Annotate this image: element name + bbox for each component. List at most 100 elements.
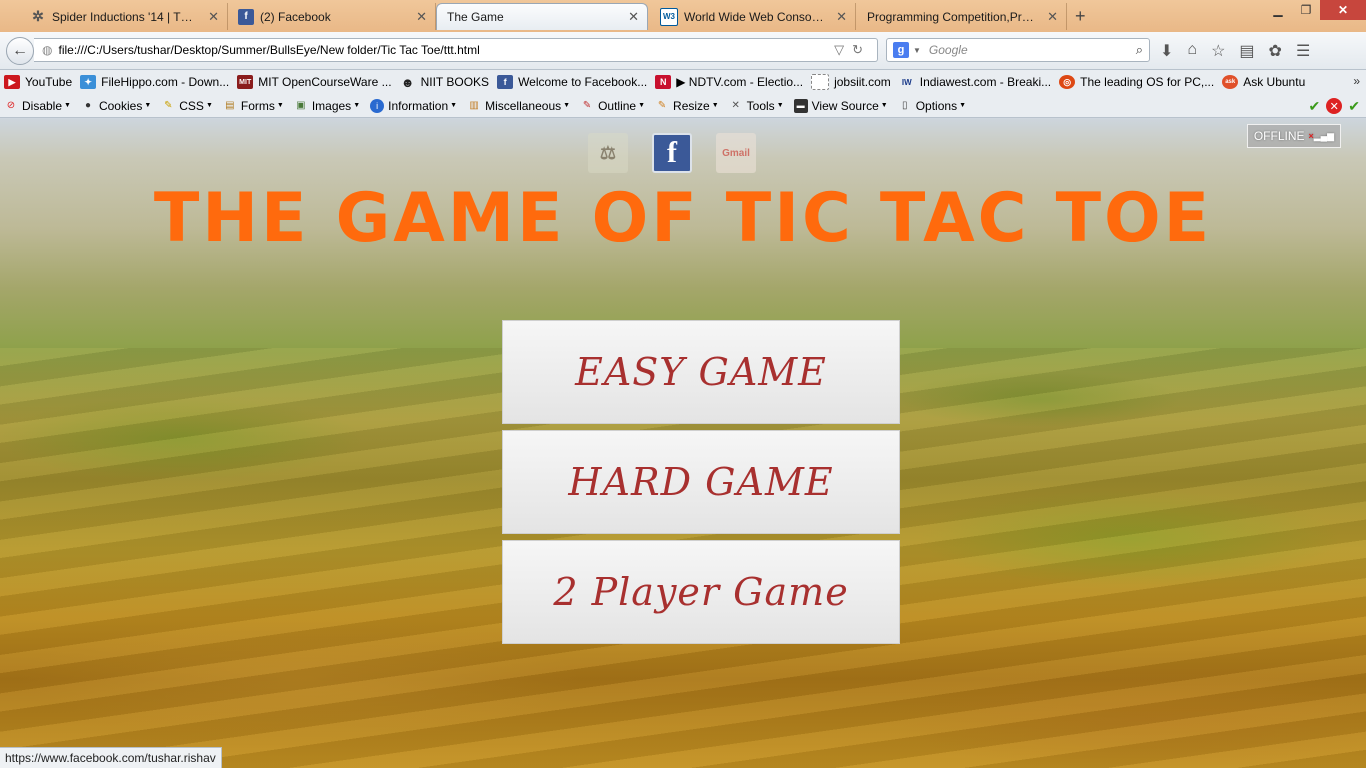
dev-menu-label: Tools	[746, 98, 775, 113]
search-input[interactable]: Google	[929, 43, 1136, 57]
social-links: ⚖ f Gmail	[588, 133, 756, 173]
check-icon[interactable]: ✔	[1348, 98, 1360, 115]
bookmarks-menu-icon[interactable]: ▤	[1239, 41, 1254, 61]
dev-menu-miscellaneous[interactable]: ▥ Miscellaneous ▼	[467, 99, 570, 113]
new-tab-button[interactable]: +	[1075, 6, 1086, 27]
dev-menu-label: Images	[311, 98, 352, 113]
tab-title: Programming Competition,Pro...	[867, 9, 1038, 24]
bookmark-label: NIIT BOOKS	[420, 75, 490, 89]
dev-menu-label: CSS	[179, 98, 204, 113]
search-icon[interactable]: ⌕	[1136, 42, 1143, 58]
status-bar: https://www.facebook.com/tushar.rishav	[0, 747, 222, 768]
ubuntu-icon: ◎	[1059, 75, 1076, 89]
page-title: THE GAME OF TIC TAC TOE	[153, 179, 1213, 258]
two-player-game-button[interactable]: 2 Player Game	[502, 540, 900, 644]
close-window-button[interactable]: ✕	[1320, 0, 1366, 20]
google-logo-icon[interactable]: g	[893, 42, 909, 58]
caret-down-icon: ▼	[276, 102, 284, 109]
tab-spider-inductions[interactable]: ✲ Spider Inductions '14 | The ... ✕	[20, 3, 228, 30]
w3c-icon: W3	[660, 7, 678, 26]
dev-menu-tools[interactable]: ✕ Tools ▼	[729, 98, 783, 113]
close-icon[interactable]: ✕	[628, 9, 639, 25]
dev-menu-label: Miscellaneous	[485, 98, 562, 113]
signal-icon: ×▂▄▆	[1308, 130, 1335, 141]
bookmark-item[interactable]: IW Indiawest.com - Breaki...	[899, 75, 1051, 89]
dev-menu-outline[interactable]: ✎ Outline ▼	[580, 99, 645, 113]
dev-menu-view-source[interactable]: ▬ View Source ▼	[793, 98, 888, 113]
bookmark-item[interactable]: ✦ FileHippo.com - Down...	[80, 75, 229, 89]
ndtv-icon: N	[655, 75, 672, 89]
caret-down-icon: ▼	[880, 102, 888, 109]
youtube-icon: ▶	[4, 75, 20, 89]
addon-icon[interactable]: ✿	[1269, 41, 1282, 61]
facebook-icon: f	[238, 8, 254, 25]
dev-menu-information[interactable]: i Information ▼	[370, 98, 458, 113]
dev-menu-options[interactable]: ▯ Options ▼	[898, 99, 966, 113]
error-icon[interactable]: ✕	[1326, 98, 1343, 114]
dev-menu-images[interactable]: ▣ Images ▼	[294, 99, 360, 113]
bookmark-item[interactable]: ☻ NIIT BOOKS	[400, 75, 490, 90]
facebook-icon[interactable]: f	[652, 133, 692, 173]
check-icon[interactable]: ✔	[1309, 98, 1321, 115]
engine-dropdown-icon[interactable]: ▼	[913, 46, 921, 55]
dev-menu-label: Disable	[22, 98, 63, 113]
dev-menu-cookies[interactable]: ● Cookies ▼	[81, 99, 151, 113]
dev-menu-disable[interactable]: ⊘ Disable ▼	[4, 99, 71, 113]
view-source-icon: ▬	[793, 98, 808, 113]
back-arrow-icon: ←	[12, 42, 28, 59]
bookmark-item[interactable]: ▶ YouTube	[4, 75, 72, 89]
css-icon: ✎	[164, 100, 173, 111]
disable-icon: ⊘	[6, 100, 16, 111]
bookmark-label: Ask Ubuntu	[1243, 75, 1306, 89]
close-icon[interactable]: ✕	[1047, 9, 1058, 25]
gmail-icon[interactable]: Gmail	[716, 133, 756, 173]
tab-programming-competition[interactable]: Programming Competition,Pro... ✕	[857, 3, 1067, 30]
tab-the-game[interactable]: The Game ✕	[436, 3, 648, 30]
maximize-button[interactable]: ❐	[1292, 0, 1320, 20]
caret-down-icon: ▼	[711, 102, 719, 109]
dev-menu-label: Options	[915, 98, 958, 113]
dev-menu-label: Forms	[240, 98, 275, 113]
close-icon[interactable]: ✕	[836, 9, 847, 25]
tab-facebook[interactable]: f (2) Facebook ✕	[228, 3, 436, 30]
caret-down-icon: ▼	[638, 102, 646, 109]
download-icon[interactable]: ⬇	[1160, 41, 1173, 61]
address-bar[interactable]: ◍ file:///C:/Users/tushar/Desktop/Summer…	[34, 38, 878, 62]
bookmark-label: ▶ NDTV.com - Electio...	[676, 75, 804, 89]
bookmark-star-icon[interactable]: ☆	[1211, 41, 1225, 61]
menu-icon[interactable]: ☰	[1296, 41, 1310, 61]
dev-menu-forms[interactable]: ▤ Forms ▼	[223, 99, 284, 113]
reload-icon[interactable]: ▽↻	[834, 42, 871, 58]
askubuntu-icon: ask	[1222, 75, 1239, 89]
tab-title: World Wide Web Consorti...	[684, 9, 827, 24]
bookmark-item[interactable]: ask Ask Ubuntu	[1222, 75, 1305, 89]
dev-menu-label: Outline	[598, 98, 637, 113]
caret-down-icon: ▼	[450, 102, 458, 109]
emblem-icon[interactable]: ⚖	[588, 133, 628, 173]
easy-game-button[interactable]: EASY GAME	[502, 320, 900, 424]
dev-menu-label: Information	[388, 98, 449, 113]
hard-game-button[interactable]: HARD GAME	[502, 430, 900, 534]
tab-w3c[interactable]: W3 World Wide Web Consorti... ✕	[650, 3, 856, 30]
web-developer-toolbar: ⊘ Disable ▼ ● Cookies ▼ ✎ CSS ▼ ▤ Forms ▼ ▣ Image…	[0, 94, 1366, 118]
bookmark-label: MIT OpenCourseWare ...	[258, 75, 392, 89]
dev-menu-resize[interactable]: ✎ Resize ▼	[655, 99, 719, 113]
search-bar[interactable]: g ▼ Google ⌕	[886, 38, 1150, 62]
home-icon[interactable]: ⌂	[1187, 41, 1197, 61]
bookmark-item[interactable]: MIT MIT OpenCourseWare ...	[237, 75, 392, 89]
navigation-toolbar: ← ◍ file:///C:/Users/tushar/Desktop/Summ…	[0, 32, 1366, 70]
url-input[interactable]: file:///C:/Users/tushar/Desktop/Summer/B…	[58, 43, 834, 57]
close-icon[interactable]: ✕	[208, 9, 219, 25]
information-icon: i	[370, 98, 385, 113]
close-icon[interactable]: ✕	[416, 9, 427, 25]
chevron-right-icon[interactable]: »	[1353, 74, 1360, 88]
bookmark-item[interactable]: jobsiit.com	[811, 74, 891, 90]
bookmark-item[interactable]: N ▶ NDTV.com - Electio...	[655, 75, 803, 89]
back-button[interactable]: ←	[6, 37, 34, 65]
minimize-button[interactable]: ▁	[1264, 0, 1292, 20]
bookmark-item[interactable]: f Welcome to Facebook...	[497, 75, 647, 89]
outline-icon: ✎	[582, 100, 592, 111]
tab-title: Spider Inductions '14 | The ...	[52, 9, 199, 24]
dev-menu-css[interactable]: ✎ CSS ▼	[161, 99, 213, 113]
bookmark-item[interactable]: ◎ The leading OS for PC,...	[1059, 75, 1214, 89]
